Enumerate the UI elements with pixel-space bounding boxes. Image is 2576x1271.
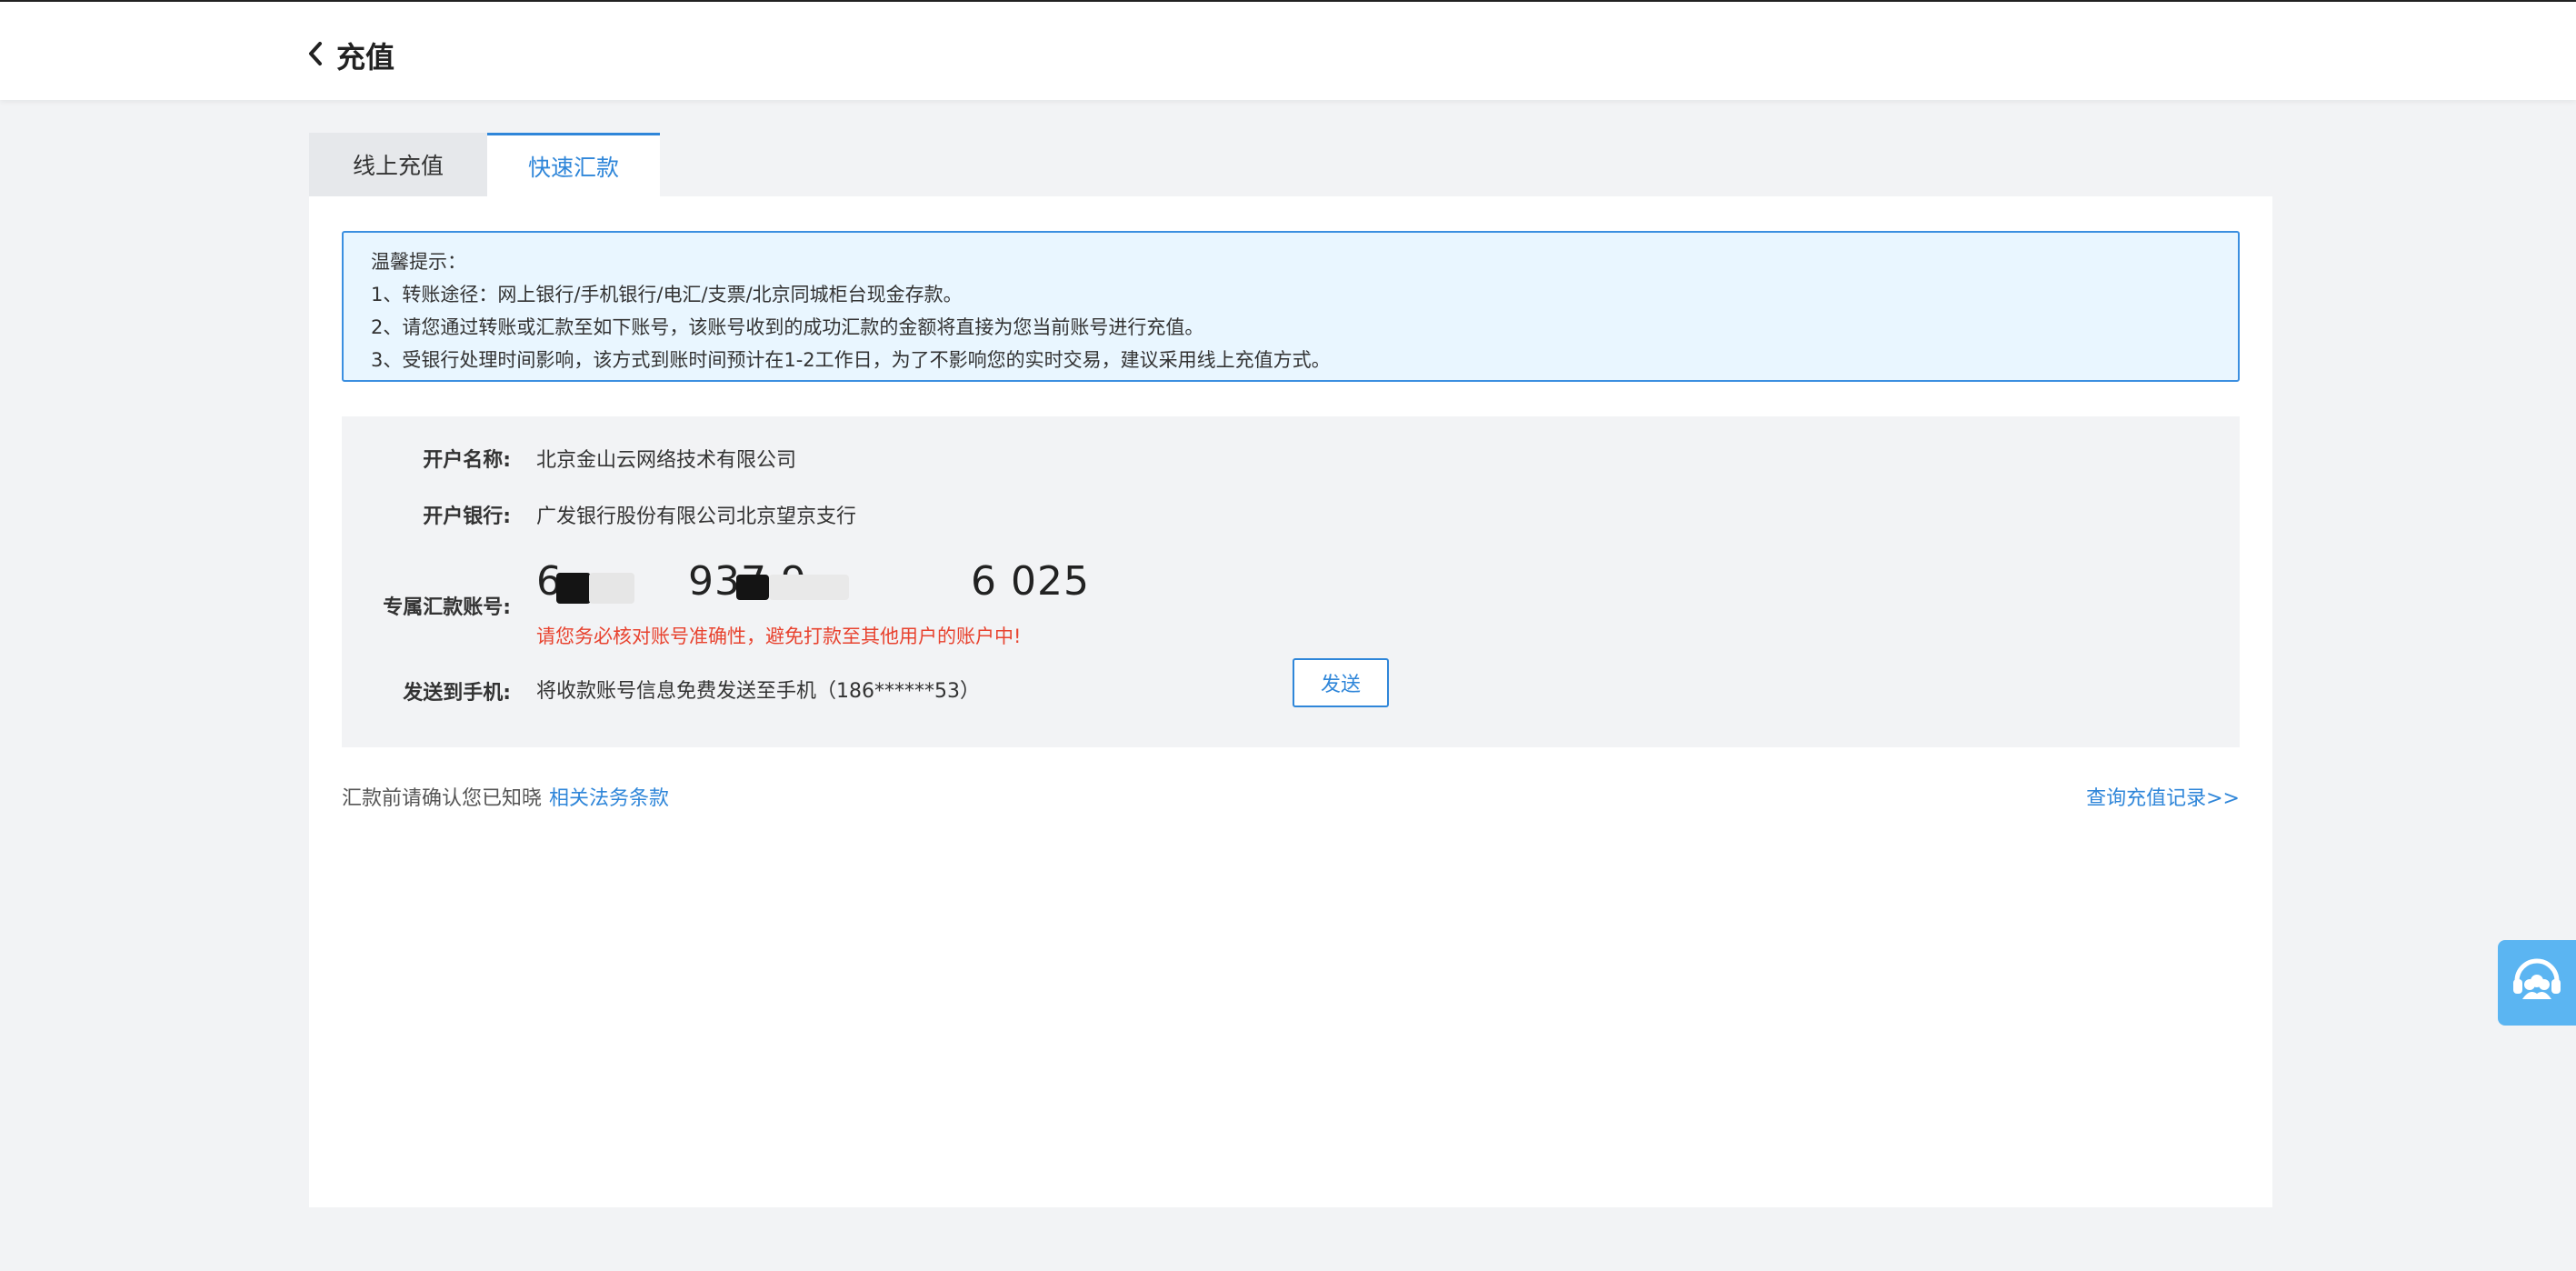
notice-line: 2、请您通过转账或汇款至如下账号，该账号收到的成功汇款的金额将直接为您当前账号进…: [371, 316, 1204, 338]
send-button[interactable]: 发送: [1293, 658, 1389, 707]
tab-bar: 线上充值 快速汇款: [309, 133, 660, 196]
send-phone-text: 将收款账号信息免费发送至手机（186******53）: [536, 680, 980, 703]
chevron-left-icon[interactable]: [305, 40, 325, 71]
terms-link[interactable]: 相关法务条款: [549, 787, 669, 810]
tab-online-recharge[interactable]: 线上充值: [309, 133, 487, 196]
notice-line: 1、转账途径：网上银行/手机银行/电汇/支票/北京同城柜台现金存款。: [371, 284, 963, 305]
redaction-mask: [556, 573, 591, 604]
confirm-text: 汇款前请确认您已知晓: [342, 787, 543, 810]
back-button[interactable]: 充值: [305, 35, 394, 76]
send-phone-label: 发送到手机:: [403, 682, 511, 705]
confirm-terms: 汇款前请确认您已知晓 相关法务条款: [342, 782, 669, 811]
account-warning: 请您务必核对账号准确性，避免打款至其他用户的账户中!: [536, 625, 1022, 647]
bank-value: 广发银行股份有限公司北京望京支行: [536, 505, 857, 528]
bank-label: 开户银行:: [423, 505, 511, 528]
page-title: 充值: [336, 40, 395, 75]
customer-service-icon[interactable]: [2510, 954, 2564, 1012]
notice-line: 3、受银行处理时间影响，该方式到账时间预计在1-2工作日，为了不影响您的实时交易…: [371, 349, 1331, 371]
notice-title: 温馨提示：: [371, 251, 466, 273]
notice-box: 温馨提示： 1、转账途径：网上银行/手机银行/电汇/支票/北京同城柜台现金存款。…: [342, 231, 2240, 382]
redaction-mask: [736, 575, 769, 600]
recharge-records-link[interactable]: 查询充值记录>>: [2086, 782, 2240, 811]
account-number-label: 专属汇款账号:: [383, 596, 511, 619]
top-bar: 充值: [0, 0, 2576, 100]
redaction-mask: [589, 573, 634, 604]
customer-service-button[interactable]: [2498, 940, 2576, 1026]
account-info-panel: 开户名称: 北京金山云网络技术有限公司 开户银行: 广发银行股份有限公司北京望京…: [342, 416, 2240, 747]
redaction-mask: [769, 575, 849, 600]
account-name-label: 开户名称:: [423, 449, 511, 472]
content-card: 温馨提示： 1、转账途径：网上银行/手机银行/电汇/支票/北京同城柜台现金存款。…: [309, 196, 2272, 1207]
tab-quick-remit[interactable]: 快速汇款: [487, 133, 660, 196]
account-name-value: 北京金山云网络技术有限公司: [536, 449, 797, 472]
account-number-part: 6 025: [970, 558, 1090, 605]
